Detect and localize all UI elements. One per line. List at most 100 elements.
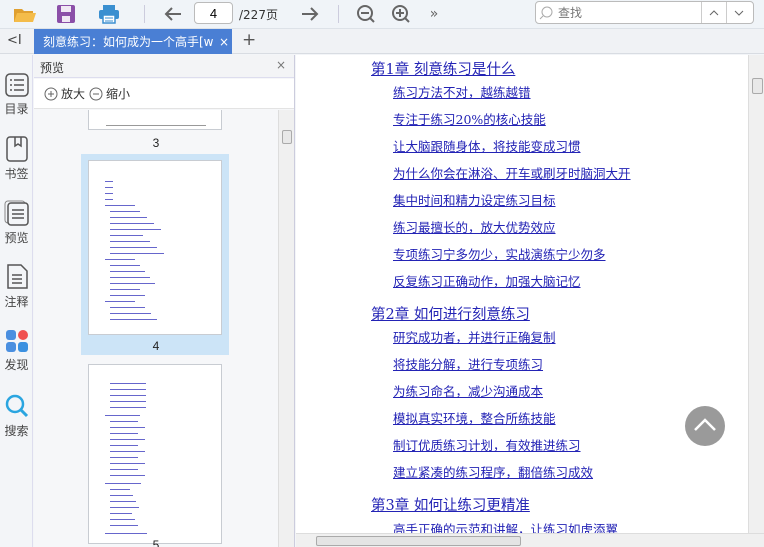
rail-label: 发现 xyxy=(4,358,29,372)
rail-toc[interactable]: 目录 xyxy=(0,73,33,117)
toc-section-link[interactable]: 为什么你会在淋浴、开车或刷牙时脑洞大开 xyxy=(393,163,631,182)
zoom-row: 放大 缩小 xyxy=(34,79,294,109)
thumbnail-text-line xyxy=(110,247,157,248)
zoom-in-label: 放大 xyxy=(61,87,86,101)
toc-section-link[interactable]: 制订优质练习计划，有效推进练习 xyxy=(393,435,581,454)
thumbnail-text-line xyxy=(110,253,164,254)
next-page-icon[interactable] xyxy=(298,3,322,25)
thumbnail-text-line xyxy=(110,289,140,290)
thumbnail-text-line xyxy=(105,533,147,534)
rail-discover[interactable]: 发现 xyxy=(0,329,33,373)
thumbnail-text-line xyxy=(105,187,113,188)
thumbnail-text-line xyxy=(110,241,150,242)
search-prev-button[interactable] xyxy=(701,2,726,23)
toc-section-link[interactable]: 专项练习宁多勿少，实战演练宁少勿多 xyxy=(393,244,606,263)
list-icon xyxy=(4,73,29,97)
more-tools-button[interactable]: » xyxy=(426,3,442,25)
toc-section-link[interactable]: 练习最擅长的，放大优势效应 xyxy=(393,217,556,236)
zoom-out-button[interactable]: 缩小 xyxy=(89,85,130,102)
tab-bar: <I 刻意练习：如何成为一个高手[w × + xyxy=(0,29,764,54)
toc-section-link[interactable]: 研究成功者，并进行正确复制 xyxy=(393,327,556,346)
toc-section-link[interactable]: 建立紧凑的练习程序，翻倍练习成效 xyxy=(393,462,593,481)
toc-chapter-link[interactable]: 第1章 刻意练习是什么 xyxy=(371,58,515,79)
panel-scrollbar[interactable] xyxy=(278,110,294,547)
thumbnail-list: 3 4 5 xyxy=(34,110,278,547)
thumbnail-text-line xyxy=(110,395,146,396)
toc-section-link[interactable]: 模拟真实环境，整合所练技能 xyxy=(393,408,556,427)
tab-close-icon[interactable]: × xyxy=(219,35,229,49)
thumbnail-text-line xyxy=(110,389,146,390)
save-icon[interactable] xyxy=(54,3,78,25)
zoom-in-button[interactable]: 放大 xyxy=(44,85,85,102)
search-input[interactable] xyxy=(558,5,701,20)
print-icon[interactable] xyxy=(97,3,121,25)
rail-label: 搜索 xyxy=(4,424,29,438)
thumbnail-text-line xyxy=(110,229,161,230)
rail-search[interactable]: 搜索 xyxy=(0,393,33,439)
panel-close-icon[interactable]: × xyxy=(276,58,286,72)
page-number-input[interactable] xyxy=(194,2,233,24)
zoom-out-icon[interactable] xyxy=(355,3,377,25)
toc-section-link[interactable]: 高手正确的示范和讲解，让练习如虎添翼 xyxy=(393,519,618,533)
toc-section-link[interactable]: 练习方法不对，越练越错 xyxy=(393,82,531,101)
rail-preview[interactable]: 预览 xyxy=(0,200,33,246)
toc-section-link[interactable]: 为练习命名，减少沟通成本 xyxy=(393,381,543,400)
main-vertical-scrollbar[interactable] xyxy=(748,55,764,533)
thumbnail-text-line xyxy=(110,277,150,278)
side-rail: 目录 书签 预览 注释 发现 搜索 xyxy=(0,55,33,547)
open-folder-icon[interactable] xyxy=(12,3,38,25)
thumbnail-text-line xyxy=(110,407,146,408)
document-view: 第1章 刻意练习是什么练习方法不对，越练越错 专注于练习20%的核心技能让大脑跟随… xyxy=(296,55,748,533)
toc-chapter-link[interactable]: 第3章 如何让练习更精准 xyxy=(371,494,530,515)
panel-header: 预览 × xyxy=(34,55,294,78)
prev-page-icon[interactable] xyxy=(161,3,185,25)
thumbnail-text-line xyxy=(110,313,151,314)
thumbnail-text-line xyxy=(110,525,138,526)
rail-label: 预览 xyxy=(4,231,29,245)
search-icon xyxy=(5,394,28,418)
main-horizontal-scrollbar[interactable] xyxy=(296,533,764,547)
back-to-top-button[interactable] xyxy=(685,406,725,446)
thumbnail-text-line xyxy=(110,519,135,520)
tab-document[interactable]: 刻意练习：如何成为一个高手[w × xyxy=(34,29,232,54)
zoom-in-icon[interactable] xyxy=(390,3,412,25)
toc-section-link[interactable]: 反复练习正确动作，加强大脑记忆 xyxy=(393,271,581,290)
toc-section-link[interactable]: 集中时间和精力设定练习目标 xyxy=(393,190,556,209)
new-tab-button[interactable]: + xyxy=(242,30,256,50)
thumbnail-text-line xyxy=(110,475,145,476)
collapse-sidebar-button[interactable]: <I xyxy=(7,33,22,48)
thumbnail-text-line xyxy=(110,319,157,320)
thumbnail-text-line xyxy=(110,513,132,514)
thumbnail-text-line xyxy=(110,489,130,490)
toc-section-link[interactable]: 让大脑跟随身体，将技能变成习惯 xyxy=(393,136,581,155)
page-thumbnail-4[interactable] xyxy=(88,160,222,335)
rail-annotations[interactable]: 注释 xyxy=(0,264,33,310)
apps-icon xyxy=(5,330,28,352)
toc-section-link[interactable]: 将技能分解，进行专项练习 xyxy=(393,354,543,373)
thumbnail-text-line xyxy=(110,383,146,384)
toc-chapter-link[interactable]: 第2章 如何进行刻意练习 xyxy=(371,303,530,324)
panel-title: 预览 xyxy=(40,61,65,75)
thumbnail-text-line xyxy=(105,483,141,484)
page-label: 4 xyxy=(152,339,160,353)
thumbnail-text-line xyxy=(110,457,138,458)
search-next-button[interactable] xyxy=(726,2,751,23)
thumbnail-text-line xyxy=(105,193,113,194)
thumbnail-text-line xyxy=(105,205,135,206)
tab-label: 刻意练习：如何成为一个高手[w xyxy=(43,35,214,49)
page-label: 3 xyxy=(152,136,160,150)
search-box xyxy=(535,1,754,24)
toc-section-link[interactable]: 专注于练习20%的核心技能 xyxy=(393,109,546,128)
thumbnail-text-line xyxy=(110,495,133,496)
divider xyxy=(338,5,339,23)
scroll-thumb[interactable] xyxy=(316,536,521,546)
scroll-thumb[interactable] xyxy=(282,130,292,144)
thumbnail-text-line xyxy=(110,427,145,428)
thumbnail-text-line xyxy=(110,283,155,284)
page-thumbnail-5[interactable] xyxy=(88,364,222,544)
thumbnail-text-line xyxy=(110,235,143,236)
rail-bookmarks[interactable]: 书签 xyxy=(0,136,33,182)
scroll-thumb[interactable] xyxy=(752,78,763,94)
thumbnail-text-line xyxy=(110,295,145,296)
page-thumbnail-3[interactable] xyxy=(88,110,222,130)
